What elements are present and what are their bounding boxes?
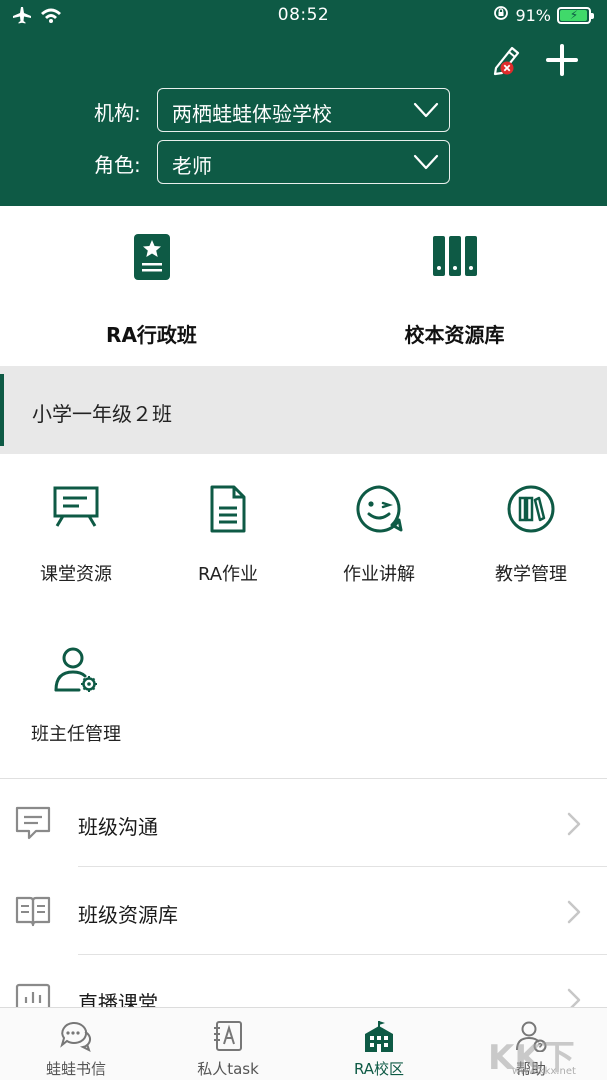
tab-label: 私人task bbox=[197, 1060, 259, 1078]
tab-ra-campus[interactable]: RA校区 bbox=[303, 1008, 455, 1080]
chat-bubbles-icon bbox=[60, 1021, 92, 1052]
plus-icon bbox=[546, 44, 578, 76]
status-right: 91% ⚡ bbox=[493, 5, 594, 25]
list-label: 班级沟通 bbox=[78, 815, 158, 839]
edit-button[interactable] bbox=[488, 42, 524, 78]
feature-label: RA行政班 bbox=[106, 323, 197, 347]
tab-label: RA校区 bbox=[353, 1060, 405, 1078]
tab-private-task[interactable]: 私人task bbox=[152, 1008, 304, 1080]
add-button[interactable] bbox=[544, 42, 580, 78]
library-icon bbox=[432, 236, 477, 276]
chevron-down-icon bbox=[413, 154, 439, 170]
role-row: 角色: 老师 bbox=[0, 140, 607, 184]
class-book-icon bbox=[133, 234, 170, 280]
battery-percent: 91% bbox=[515, 5, 551, 25]
chevron-right-icon bbox=[567, 812, 581, 836]
open-book-icon bbox=[15, 896, 51, 927]
class-banner[interactable]: 小学一年级２班 bbox=[0, 366, 607, 454]
grid-item-class-resources[interactable]: 课堂资源 bbox=[0, 454, 152, 604]
grid-item-teaching-management[interactable]: 教学管理 bbox=[455, 454, 607, 604]
user-gear-icon bbox=[54, 647, 97, 692]
tab-label: 蛙蛙书信 bbox=[45, 1060, 106, 1078]
orientation-lock-icon bbox=[493, 5, 509, 25]
org-select[interactable]: 两栖蛙蛙体验学校 bbox=[157, 88, 450, 132]
org-row: 机构: 两栖蛙蛙体验学校 bbox=[0, 88, 607, 132]
grid-label: 教学管理 bbox=[495, 564, 567, 585]
battery-icon: ⚡ bbox=[557, 6, 594, 24]
chevron-right-icon bbox=[567, 900, 581, 924]
chevron-down-icon bbox=[413, 102, 439, 118]
tab-wawa-letters[interactable]: 蛙蛙书信 bbox=[0, 1008, 152, 1080]
grid-item-homework-explain[interactable]: 作业讲解 bbox=[303, 454, 455, 604]
feature-ra-class[interactable]: RA行政班 bbox=[0, 206, 303, 366]
org-value: 两栖蛙蛙体验学校 bbox=[172, 102, 332, 126]
notebook-a-icon bbox=[214, 1021, 242, 1051]
grid-item-ra-homework[interactable]: RA作业 bbox=[152, 454, 304, 604]
watermark-logo: KK下载 www.kkx.net bbox=[488, 1030, 600, 1078]
wink-face-icon bbox=[356, 485, 403, 533]
grid-label: RA作业 bbox=[197, 564, 259, 585]
grid-label: 作业讲解 bbox=[343, 564, 415, 585]
list-item-class-library[interactable]: 班级资源库 bbox=[0, 867, 607, 955]
school-building-icon bbox=[365, 1021, 393, 1052]
role-value: 老师 bbox=[172, 154, 212, 178]
watermark-url: www.kkx.net bbox=[512, 1066, 576, 1077]
grid-label: 课堂资源 bbox=[40, 564, 112, 585]
presentation-board-icon bbox=[53, 486, 99, 527]
grid-label: 班主任管理 bbox=[31, 724, 121, 745]
class-title: 小学一年级２班 bbox=[32, 402, 172, 426]
grid-item-headteacher-management[interactable]: 班主任管理 bbox=[0, 614, 152, 764]
feature-school-library[interactable]: 校本资源库 bbox=[303, 206, 606, 366]
pencil-icon bbox=[493, 46, 520, 76]
list-label: 班级资源库 bbox=[78, 903, 178, 927]
books-circle-icon bbox=[507, 485, 555, 533]
list-item-class-communication[interactable]: 班级沟通 bbox=[0, 779, 607, 867]
role-select[interactable]: 老师 bbox=[157, 140, 450, 184]
role-label: 角色: bbox=[94, 153, 141, 177]
banner-accent bbox=[0, 374, 4, 446]
feature-label: 校本资源库 bbox=[404, 323, 505, 347]
chat-icon bbox=[15, 806, 51, 840]
status-bar: 08:52 91% ⚡ bbox=[0, 0, 607, 32]
document-icon bbox=[210, 485, 246, 533]
org-label: 机构: bbox=[94, 101, 141, 125]
header: 08:52 91% ⚡ 机构: 两栖蛙蛙体验学校 角色: 老师 bbox=[0, 0, 607, 206]
